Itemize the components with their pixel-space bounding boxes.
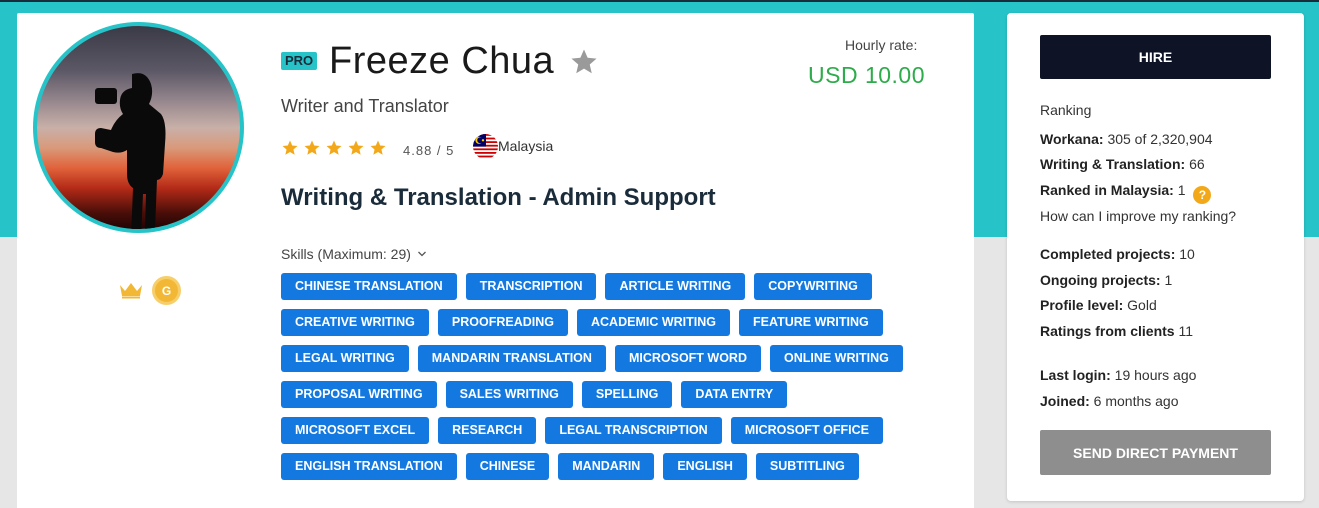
skill-tag[interactable]: ACADEMIC WRITING bbox=[577, 309, 730, 336]
country-label: Malaysia bbox=[498, 138, 554, 154]
ranking-title: Ranking bbox=[1040, 102, 1092, 118]
rating-value: 4.88 / 5 bbox=[403, 143, 455, 158]
country-rank: Ranked in Malaysia: 1 ? bbox=[1040, 182, 1212, 204]
skills-toggle[interactable]: Skills (Maximum: 29) bbox=[281, 246, 427, 262]
workana-rank-label: Workana: bbox=[1040, 131, 1104, 147]
completed-projects: Completed projects: 10 bbox=[1040, 246, 1195, 262]
favorite-star-icon[interactable] bbox=[569, 47, 599, 77]
completed-projects-value: 10 bbox=[1179, 246, 1195, 262]
skill-tag[interactable]: SPELLING bbox=[581, 381, 673, 408]
skill-tag[interactable]: ARTICLE WRITING bbox=[605, 273, 746, 300]
ongoing-projects-value: 1 bbox=[1164, 272, 1173, 288]
skill-tag[interactable]: LEGAL WRITING bbox=[281, 345, 409, 372]
hourly-rate-value: USD 10.00 bbox=[808, 62, 926, 88]
last-login-label: Last login: bbox=[1040, 367, 1111, 383]
gold-level-icon: G bbox=[152, 276, 181, 305]
skill-tag[interactable]: MICROSOFT WORD bbox=[614, 345, 761, 372]
skill-tag[interactable]: TRANSCRIPTION bbox=[465, 273, 597, 300]
profile-headline: Writing & Translation - Admin Support bbox=[281, 184, 716, 211]
country-rank-label: Ranked in Malaysia: bbox=[1040, 182, 1174, 198]
skills-title: Skills (Maximum: 29) bbox=[281, 246, 411, 262]
skill-tag[interactable]: PROOFREADING bbox=[437, 309, 568, 336]
ongoing-projects-label: Ongoing projects: bbox=[1040, 272, 1161, 288]
workana-rank: Workana: 305 of 2,320,904 bbox=[1040, 131, 1213, 147]
profile-level-value: Gold bbox=[1127, 297, 1157, 313]
skill-tag[interactable]: RESEARCH bbox=[438, 417, 537, 444]
category-rank-label: Writing & Translation: bbox=[1040, 156, 1186, 172]
skill-tag[interactable]: ENGLISH TRANSLATION bbox=[281, 453, 457, 480]
last-login: Last login: 19 hours ago bbox=[1040, 367, 1196, 383]
country-rank-value: 1 bbox=[1177, 182, 1186, 198]
joined-value: 6 months ago bbox=[1093, 393, 1179, 409]
skills-list: CHINESE TRANSLATION TRANSCRIPTION ARTICLE … bbox=[281, 273, 941, 480]
star-icon bbox=[348, 140, 364, 155]
avatar bbox=[33, 22, 244, 233]
pro-badge: PRO bbox=[281, 52, 318, 70]
skill-tag[interactable]: ENGLISH bbox=[663, 453, 747, 480]
skill-tag[interactable]: ONLINE WRITING bbox=[769, 345, 903, 372]
profile-level: Profile level: Gold bbox=[1040, 297, 1157, 313]
workana-rank-value: 305 of 2,320,904 bbox=[1107, 131, 1213, 147]
client-ratings: Ratings from clients 11 bbox=[1040, 323, 1193, 339]
skill-tag[interactable]: MICROSOFT EXCEL bbox=[281, 417, 430, 444]
skill-tag[interactable]: FEATURE WRITING bbox=[739, 309, 883, 336]
star-icon bbox=[370, 140, 386, 155]
completed-projects-label: Completed projects: bbox=[1040, 246, 1176, 262]
skill-tag[interactable]: CHINESE bbox=[465, 453, 550, 480]
profile-title: Writer and Translator bbox=[281, 96, 449, 116]
skill-tag[interactable]: COPYWRITING bbox=[754, 273, 872, 300]
malaysia-flag-icon bbox=[473, 134, 498, 159]
star-icon bbox=[282, 140, 298, 155]
profile-level-label: Profile level: bbox=[1040, 297, 1124, 313]
skill-tag[interactable]: SUBTITLING bbox=[755, 453, 859, 480]
skill-tag[interactable]: CHINESE TRANSLATION bbox=[281, 273, 457, 300]
skill-tag[interactable]: SALES WRITING bbox=[445, 381, 573, 408]
chevron-down-icon bbox=[417, 251, 426, 257]
crown-icon bbox=[120, 283, 142, 299]
skill-tag[interactable]: PROPOSAL WRITING bbox=[281, 381, 437, 408]
client-ratings-label: Ratings from clients bbox=[1040, 323, 1175, 339]
profile-name: Freeze Chua bbox=[329, 40, 555, 82]
star-icon bbox=[326, 140, 342, 155]
top-border bbox=[0, 0, 1319, 2]
rating-stars bbox=[281, 139, 387, 157]
hire-button[interactable]: HIRE bbox=[1040, 35, 1271, 79]
skill-tag[interactable]: LEGAL TRANSCRIPTION bbox=[545, 417, 722, 444]
client-ratings-value: 11 bbox=[1178, 323, 1194, 339]
skill-tag[interactable]: DATA ENTRY bbox=[681, 381, 788, 408]
skill-tag[interactable]: MANDARIN bbox=[558, 453, 655, 480]
joined: Joined: 6 months ago bbox=[1040, 393, 1179, 409]
ongoing-projects: Ongoing projects: 1 bbox=[1040, 272, 1172, 288]
last-login-value: 19 hours ago bbox=[1114, 367, 1197, 383]
category-rank-value: 66 bbox=[1189, 156, 1205, 172]
category-rank: Writing & Translation: 66 bbox=[1040, 156, 1205, 172]
send-direct-payment-button[interactable]: SEND DIRECT PAYMENT bbox=[1040, 430, 1271, 475]
improve-ranking-link[interactable]: How can I improve my ranking? bbox=[1040, 208, 1236, 224]
hourly-rate-label: Hourly rate: bbox=[845, 37, 918, 53]
skill-tag[interactable]: MICROSOFT OFFICE bbox=[730, 417, 884, 444]
star-icon bbox=[304, 140, 320, 155]
skill-tag[interactable]: CREATIVE WRITING bbox=[281, 309, 429, 336]
skill-tag[interactable]: MANDARIN TRANSLATION bbox=[417, 345, 606, 372]
help-icon[interactable]: ? bbox=[1193, 186, 1212, 204]
joined-label: Joined: bbox=[1040, 393, 1090, 409]
